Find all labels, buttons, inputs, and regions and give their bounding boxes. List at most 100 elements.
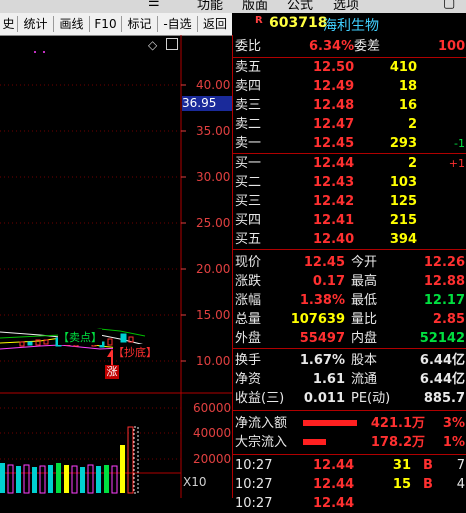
- volume-axis-label: 20000: [193, 452, 232, 466]
- buy-level-label: 买四: [235, 213, 262, 228]
- menu-item-formula[interactable]: 公式: [287, 0, 313, 13]
- flow-value: 178.2万: [370, 435, 425, 450]
- finance-label: 股本: [351, 353, 378, 368]
- sell-level-label: 卖一: [235, 136, 262, 151]
- stock-name: 海利生物: [323, 18, 379, 34]
- buy-level-volume: 394: [389, 232, 417, 247]
- stock-flag: R: [255, 15, 263, 26]
- sell-level-row[interactable]: 卖五 12.50 410: [233, 58, 466, 77]
- menu-item-layout[interactable]: 版面: [242, 0, 268, 13]
- buy-level-row[interactable]: 买三 12.42 125: [233, 192, 466, 211]
- toolbar-stats[interactable]: 统计: [18, 16, 54, 32]
- tick-side: B: [423, 477, 433, 492]
- buy-level-volume: 125: [389, 194, 417, 209]
- signal-buy-label: 【卖点】: [58, 329, 102, 345]
- zoom-label[interactable]: X10: [183, 475, 207, 489]
- wei-cha-label: 委差: [354, 39, 381, 54]
- sell-level-label: 卖五: [235, 60, 262, 75]
- finance-label: 净资: [235, 372, 262, 387]
- buy-level-row[interactable]: 买四 12.41 215: [233, 211, 466, 230]
- tick-volume: 15: [392, 477, 411, 492]
- finance-row: 收益(三) 0.011 PE(动) 885.7: [233, 389, 466, 408]
- quote-row: 涨跌 0.17 最高 12.88: [233, 272, 466, 291]
- finance-value: 885.7: [423, 391, 465, 406]
- tick-time: 10:27: [235, 496, 273, 511]
- stock-code: 603718: [269, 15, 328, 31]
- wei-cha-value: 100: [438, 39, 466, 54]
- menu-item-options[interactable]: 选项: [333, 0, 359, 13]
- sell-level-price: 12.50: [313, 60, 355, 75]
- sell-level-label: 卖二: [235, 117, 262, 132]
- sell-level-change: -1: [454, 137, 465, 150]
- wei-bi-row: 委比 6.34% 委差 100: [233, 37, 466, 56]
- buy-level-volume: 215: [389, 213, 417, 228]
- tick-count: 4: [456, 477, 465, 492]
- buy-level-label: 买三: [235, 194, 262, 209]
- chart-settings-icon[interactable]: ◇: [148, 38, 157, 52]
- sell-level-row[interactable]: 卖三 12.48 16: [233, 96, 466, 115]
- kline-chart[interactable]: ◇ 40.00 35.00 30.00 25.00 20.00 15.00 10…: [0, 35, 232, 498]
- quote-value: 12.88: [423, 274, 465, 289]
- sell-level-volume: 2: [407, 117, 417, 132]
- toolbar-back[interactable]: 返回: [198, 16, 232, 32]
- quote-panel: 委比 6.34% 委差 100 卖五 12.50 410 卖四 12.49 18 卖三 12.48 16…: [232, 35, 466, 511]
- toolbar-draw[interactable]: 画线: [54, 16, 90, 32]
- quote-value: 12.45: [303, 255, 345, 270]
- toolbar-f10[interactable]: F10: [90, 16, 122, 32]
- price-axis-label: 15.00: [196, 308, 231, 322]
- buy-level-label: 买五: [235, 232, 262, 247]
- stock-header: R 603718 海利生物: [232, 13, 466, 35]
- quote-label: 最低: [351, 293, 378, 308]
- divider: [233, 410, 466, 411]
- quote-value: 12.26: [423, 255, 465, 270]
- flow-pct: 3%: [442, 416, 465, 431]
- finance-value: 0.011: [303, 391, 345, 406]
- buy-level-row[interactable]: 买二 12.43 103: [233, 173, 466, 192]
- sell-level-volume: 410: [389, 60, 417, 75]
- quote-value: 12.17: [423, 293, 465, 308]
- sell-level-volume: 293: [389, 136, 417, 151]
- quote-value: 1.38%: [299, 293, 345, 308]
- quote-label: 涨跌: [235, 274, 262, 289]
- price-axis-label: 40.00: [196, 78, 231, 92]
- tick-price: 12.44: [313, 458, 355, 473]
- quote-row: 涨幅 1.38% 最低 12.17: [233, 291, 466, 310]
- chart-maximize-icon[interactable]: [166, 38, 178, 50]
- tick-time: 10:27: [235, 477, 273, 492]
- volume-axis-label: 60000: [193, 401, 232, 415]
- sell-level-volume: 18: [398, 79, 417, 94]
- menu-icon[interactable]: ☰: [148, 0, 160, 10]
- divider: [233, 454, 466, 455]
- quote-label: 今开: [351, 255, 378, 270]
- buy-level-row[interactable]: 买五 12.40 394: [233, 230, 466, 249]
- buy-level-change: +1: [448, 157, 465, 170]
- tick-row: 10:27 12.44 15 B 4: [233, 475, 466, 494]
- flow-value: 421.1万: [370, 416, 425, 431]
- tick-row: 10:27 12.44: [233, 494, 466, 513]
- buy-level-label: 买一: [235, 156, 262, 171]
- quote-label: 现价: [235, 255, 262, 270]
- price-axis-label: 35.00: [196, 124, 231, 138]
- finance-value: 1.61: [312, 372, 345, 387]
- toolbar-history[interactable]: 史: [0, 16, 18, 32]
- finance-label: 换手: [235, 353, 262, 368]
- toolbar-watchlist[interactable]: -自选: [158, 16, 198, 32]
- sell-level-row[interactable]: 卖四 12.49 18: [233, 77, 466, 96]
- toolbar-mark[interactable]: 标记: [122, 16, 158, 32]
- tick-count: 7: [456, 458, 465, 473]
- buy-level-row[interactable]: 买一 12.44 2 +1: [233, 154, 466, 173]
- quote-row: 现价 12.45 今开 12.26: [233, 253, 466, 272]
- sell-level-label: 卖三: [235, 98, 262, 113]
- sell-level-row[interactable]: 卖一 12.45 293 -1: [233, 134, 466, 153]
- quote-label: 总量: [235, 312, 262, 327]
- sell-level-price: 12.45: [313, 136, 355, 151]
- buy-level-volume: 2: [407, 156, 417, 171]
- wei-bi-value: 6.34%: [309, 39, 355, 54]
- rise-marker: 涨: [105, 365, 119, 379]
- sell-level-row[interactable]: 卖二 12.47 2: [233, 115, 466, 134]
- menu-item-function[interactable]: 功能: [197, 0, 223, 13]
- sell-level-price: 12.49: [313, 79, 355, 94]
- wei-bi-label: 委比: [235, 39, 262, 54]
- buy-level-price: 12.40: [313, 232, 355, 247]
- tick-volume: 31: [392, 458, 411, 473]
